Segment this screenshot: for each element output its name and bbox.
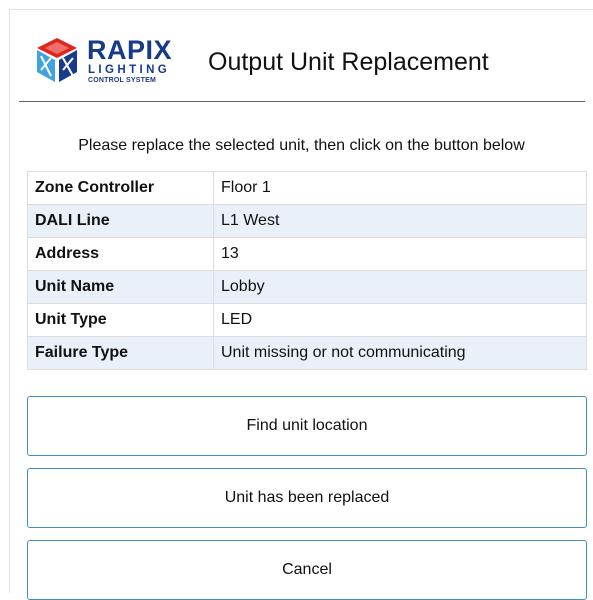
dali-line-label: DALI Line <box>27 204 214 238</box>
unit-details-table: Zone Controller Floor 1 DALI Line L1 Wes… <box>27 171 587 370</box>
table-row: Zone Controller Floor 1 <box>27 171 587 205</box>
failure-type-label: Failure Type <box>27 336 214 370</box>
header-divider <box>19 101 585 102</box>
find-unit-location-button[interactable]: Find unit location <box>27 396 587 456</box>
zone-controller-value: Floor 1 <box>213 171 587 205</box>
table-row: Failure Type Unit missing or not communi… <box>27 336 587 370</box>
cancel-button[interactable]: Cancel <box>27 540 587 600</box>
logo-brand-text: RAPIX <box>87 35 173 65</box>
dali-line-value: L1 West <box>213 204 587 238</box>
unit-type-label: Unit Type <box>27 303 214 337</box>
rapix-logo-icon <box>37 38 77 82</box>
table-row: Address 13 <box>27 237 587 271</box>
table-row: Unit Type LED <box>27 303 587 337</box>
address-label: Address <box>27 237 214 271</box>
unit-name-label: Unit Name <box>27 270 214 304</box>
instruction-text: Please replace the selected unit, then c… <box>78 137 525 154</box>
unit-replaced-button[interactable]: Unit has been replaced <box>27 468 587 528</box>
replacement-dialog: RAPIX LIGHTING CONTROL SYSTEM Output Uni… <box>9 9 593 600</box>
dialog-header: RAPIX LIGHTING CONTROL SYSTEM Output Uni… <box>10 10 593 100</box>
address-value: 13 <box>213 237 587 271</box>
rapix-logo: RAPIX LIGHTING CONTROL SYSTEM <box>33 36 183 94</box>
unit-name-value: Lobby <box>213 270 587 304</box>
logo-tagline-2: CONTROL SYSTEM <box>88 77 157 84</box>
table-row: DALI Line L1 West <box>27 204 587 238</box>
failure-type-value: Unit missing or not communicating <box>213 336 587 370</box>
dialog-title: Output Unit Replacement <box>208 48 489 76</box>
zone-controller-label: Zone Controller <box>27 171 214 205</box>
table-row: Unit Name Lobby <box>27 270 587 304</box>
unit-type-value: LED <box>213 303 587 337</box>
logo-tagline-1: LIGHTING <box>88 64 171 76</box>
